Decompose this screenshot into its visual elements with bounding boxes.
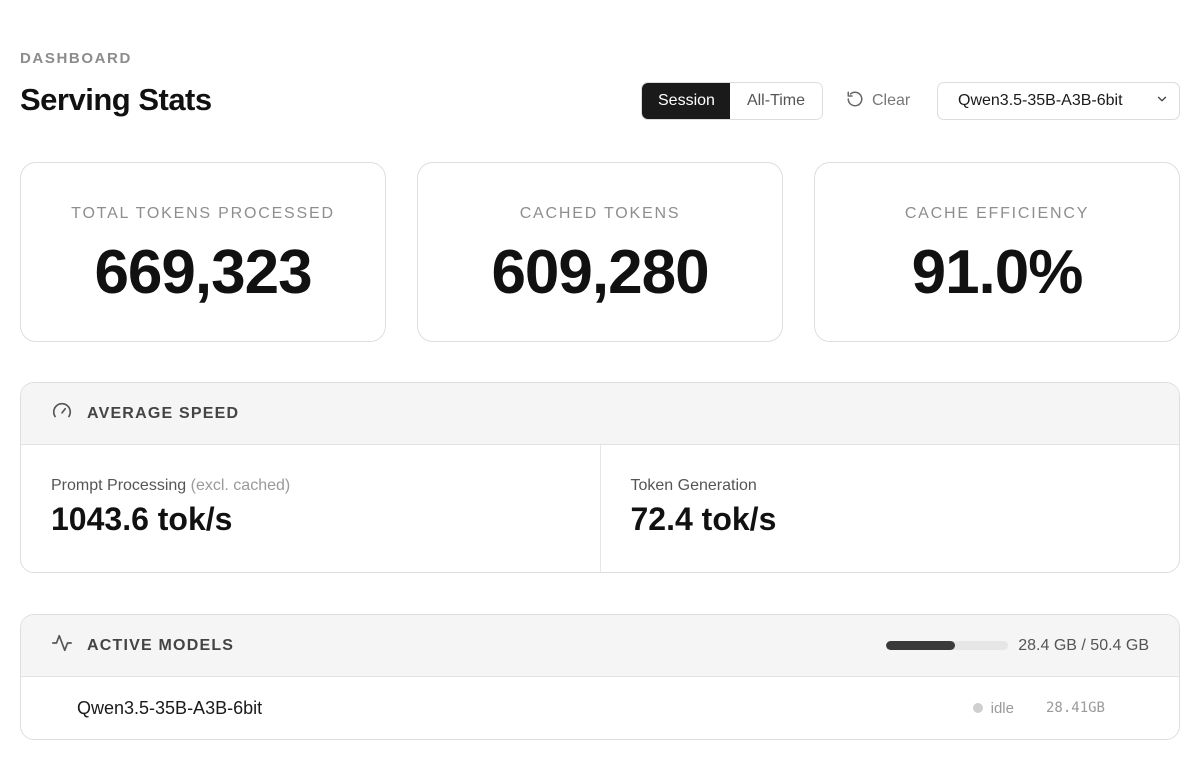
model-select-value: Qwen3.5-35B-A3B-6bit [958, 92, 1123, 109]
prompt-processing-label-text: Prompt Processing [51, 477, 187, 494]
model-name: Qwen3.5-35B-A3B-6bit [77, 697, 263, 718]
model-status: idle [972, 699, 1014, 717]
stat-card-total-tokens: TOTAL TOKENS PROCESSED 669,323 [20, 162, 386, 342]
prompt-processing-note: (excl. cached) [190, 477, 291, 494]
active-models-title: ACTIVE MODELS [87, 636, 235, 654]
token-generation-value: 72.4 tok/s [630, 501, 777, 537]
token-generation-metric: Token Generation 72.4 tok/s [599, 445, 1180, 572]
stat-label: CACHE EFFICIENCY [904, 205, 1090, 222]
average-speed-body: Prompt Processing (excl. cached) 1043.6 … [21, 445, 1179, 572]
memory-usage-bar [886, 641, 1009, 650]
stat-value: 609,280 [491, 238, 709, 307]
chevron-down-icon [1155, 92, 1169, 111]
toggle-all-time-button[interactable]: All-Time [730, 83, 822, 119]
stat-card-cache-efficiency: CACHE EFFICIENCY 91.0% [814, 162, 1180, 342]
model-size: 28.41GB [1045, 700, 1105, 716]
active-models-header: ACTIVE MODELS 28.4 GB / 50.4 GB [21, 615, 1179, 677]
prompt-processing-label: Prompt Processing (excl. cached) [51, 477, 570, 495]
clear-label: Clear [872, 92, 911, 109]
status-dot [972, 703, 983, 713]
list-item[interactable]: Qwen3.5-35B-A3B-6bit idle 28.41GB [21, 677, 1179, 739]
page-eyebrow: DASHBOARD [20, 50, 132, 67]
stat-value: 669,323 [94, 238, 312, 307]
memory-usage: 28.4 GB / 50.4 GB [886, 637, 1149, 655]
average-speed-title: AVERAGE SPEED [87, 404, 240, 422]
active-models-panel: ACTIVE MODELS 28.4 GB / 50.4 GB Qwen3.5-… [20, 614, 1180, 740]
activity-icon [51, 632, 73, 659]
serving-stats-page: DASHBOARD Serving Stats Session All-Time… [0, 0, 1200, 765]
speedometer-icon [51, 400, 73, 427]
memory-usage-fill [886, 641, 955, 650]
reset-icon [846, 90, 864, 113]
prompt-processing-value: 1043.6 tok/s [51, 501, 233, 537]
toggle-session-button[interactable]: Session [642, 83, 730, 119]
stat-label: TOTAL TOKENS PROCESSED [71, 205, 335, 222]
model-select[interactable]: Qwen3.5-35B-A3B-6bit [937, 82, 1180, 120]
model-status-text: idle [990, 699, 1014, 717]
range-toggle: Session All-Time [641, 82, 823, 120]
memory-usage-text: 28.4 GB / 50.4 GB [1018, 636, 1149, 654]
average-speed-panel: AVERAGE SPEED Prompt Processing (excl. c… [20, 382, 1180, 573]
stat-card-cached-tokens: CACHED TOKENS 609,280 [417, 162, 783, 342]
token-generation-label: Token Generation [630, 477, 757, 494]
clear-button[interactable]: Clear [846, 82, 910, 120]
prompt-processing-metric: Prompt Processing (excl. cached) 1043.6 … [21, 445, 600, 572]
average-speed-header: AVERAGE SPEED [21, 383, 1179, 445]
page-title: Serving Stats [20, 82, 212, 117]
stat-label: CACHED TOKENS [519, 205, 681, 222]
stat-value: 91.0% [911, 238, 1084, 307]
